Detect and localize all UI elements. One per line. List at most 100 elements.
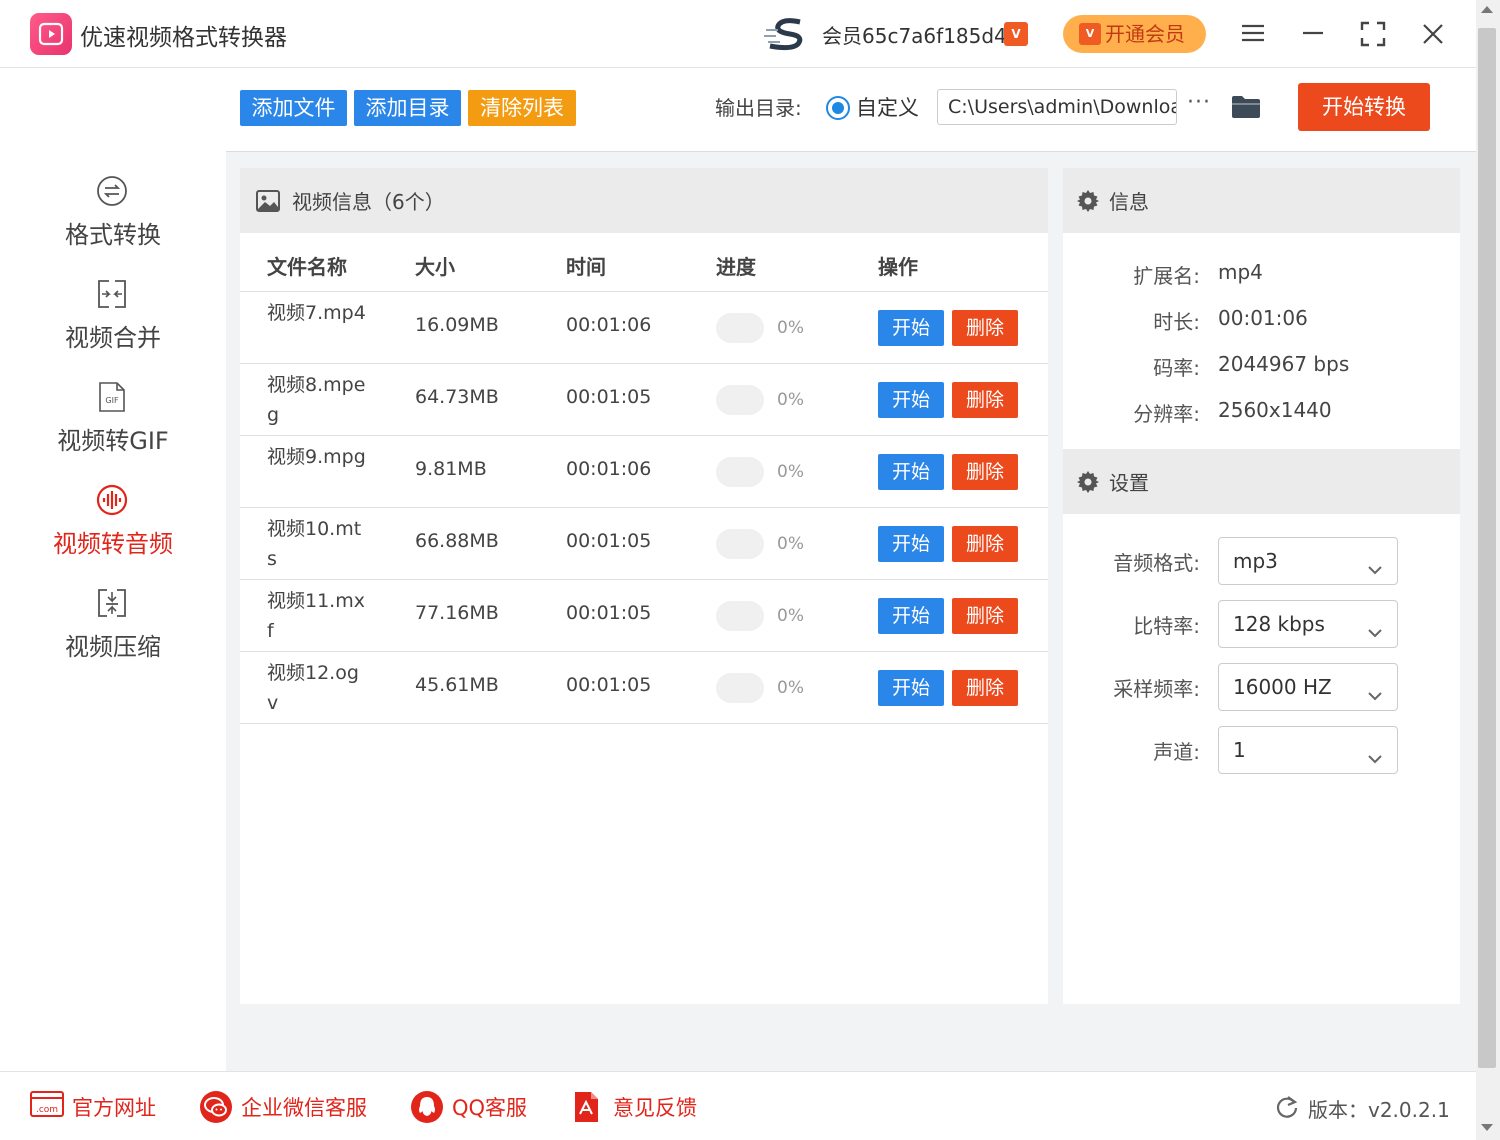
- output-path-field[interactable]: C:\Users\admin\Downloads: [937, 89, 1177, 125]
- close-icon[interactable]: [1418, 19, 1448, 49]
- settings-header: 设置: [1063, 449, 1460, 514]
- footer: .com 官方网址 企业微信客服 QQ客服 意见反馈 版本：v2.0.2.1: [0, 1071, 1476, 1140]
- svg-text:GIF: GIF: [105, 396, 119, 405]
- delete-row-button[interactable]: 删除: [952, 598, 1018, 634]
- table-row[interactable]: 视频12.ogv 45.61MB 00:01:05 0% 开始 删除: [240, 652, 1048, 724]
- delete-row-button[interactable]: 删除: [952, 526, 1018, 562]
- column-header-actions: 操作: [878, 255, 918, 279]
- progress-bar: [716, 673, 764, 703]
- gear-icon: [1077, 190, 1099, 216]
- feedback-icon: [571, 1090, 601, 1129]
- settings-title: 设置: [1109, 471, 1149, 495]
- qq-icon: [410, 1090, 444, 1129]
- start-row-button[interactable]: 开始: [878, 454, 944, 490]
- sidebar-item-video-merge[interactable]: 视频合并: [0, 278, 226, 368]
- file-list-title: 视频信息（6个）: [292, 190, 445, 214]
- start-row-button[interactable]: 开始: [878, 382, 944, 418]
- sidebar-item-video-compress[interactable]: 视频压缩: [0, 587, 226, 677]
- open-vip-label: 开通会员: [1105, 22, 1185, 46]
- qq-support-link[interactable]: QQ客服: [410, 1091, 527, 1123]
- channel-value: 1: [1233, 738, 1246, 762]
- svg-text:.com: .com: [36, 1105, 58, 1115]
- table-row[interactable]: 视频7.mp4 16.09MB 00:01:06 0% 开始 删除: [240, 292, 1048, 364]
- footer-link-label: 企业微信客服: [241, 1096, 367, 1120]
- sidebar-item-video-to-gif[interactable]: GIF 视频转GIF: [0, 381, 226, 471]
- sidebar-item-format-convert[interactable]: 格式转换: [0, 175, 226, 265]
- delete-row-button[interactable]: 删除: [952, 454, 1018, 490]
- progress-percent: 0%: [777, 534, 804, 554]
- info-field-value: mp4: [1218, 260, 1263, 284]
- web-icon: .com: [30, 1090, 64, 1125]
- browse-more-button[interactable]: ···: [1187, 90, 1211, 115]
- folder-icon[interactable]: [1230, 94, 1262, 124]
- file-size: 64.73MB: [415, 386, 499, 408]
- setting-label: 音频格式:: [1113, 551, 1200, 575]
- start-row-button[interactable]: 开始: [878, 526, 944, 562]
- scroll-down-arrow-icon[interactable]: [1481, 1124, 1493, 1131]
- chevron-down-icon: [1367, 613, 1383, 659]
- sidebar-item-label: 视频转GIF: [57, 427, 169, 455]
- custom-output-radio[interactable]: [826, 96, 850, 120]
- column-header-size: 大小: [415, 255, 455, 279]
- wechat-support-link[interactable]: 企业微信客服: [199, 1091, 367, 1123]
- table-row[interactable]: 视频10.mts 66.88MB 00:01:05 0% 开始 删除: [240, 508, 1048, 580]
- merge-icon: [96, 278, 128, 310]
- output-dir-label: 输出目录:: [715, 96, 802, 120]
- scrollbar-thumb[interactable]: [1478, 28, 1496, 1068]
- progress-bar: [716, 529, 764, 559]
- clear-list-button[interactable]: 清除列表: [468, 90, 576, 126]
- file-size: 16.09MB: [415, 314, 499, 336]
- sidebar-item-video-to-audio[interactable]: 视频转音频: [0, 484, 226, 574]
- table-row[interactable]: 视频8.mpeg 64.73MB 00:01:05 0% 开始 删除: [240, 364, 1048, 436]
- file-size: 77.16MB: [415, 602, 499, 624]
- table-row[interactable]: 视频11.mxf 77.16MB 00:01:05 0% 开始 删除: [240, 580, 1048, 652]
- file-name: 视频10.mts: [267, 518, 362, 570]
- delete-row-button[interactable]: 删除: [952, 382, 1018, 418]
- scroll-up-arrow-icon[interactable]: [1481, 6, 1493, 13]
- delete-row-button[interactable]: 删除: [952, 670, 1018, 706]
- chevron-down-icon: [1367, 739, 1383, 785]
- info-field-value: 2044967 bps: [1218, 352, 1350, 376]
- open-vip-button[interactable]: V 开通会员: [1063, 15, 1206, 53]
- progress-bar: [716, 313, 764, 343]
- channel-select[interactable]: 1: [1218, 726, 1398, 774]
- file-size: 9.81MB: [415, 458, 487, 480]
- brand-s-icon: [764, 16, 810, 56]
- sidebar-item-label: 格式转换: [65, 221, 161, 249]
- toolbar: 添加文件 添加目录 清除列表 输出目录: 自定义 C:\Users\admin\…: [226, 68, 1476, 152]
- version-label: 版本：v2.0.2.1: [1308, 1098, 1450, 1122]
- start-row-button[interactable]: 开始: [878, 598, 944, 634]
- custom-output-label[interactable]: 自定义: [856, 92, 919, 122]
- table-row[interactable]: 视频9.mpg 9.81MB 00:01:06 0% 开始 删除: [240, 436, 1048, 508]
- vip-badge-icon: V: [1004, 22, 1028, 46]
- chevron-down-icon: [1367, 676, 1383, 722]
- info-field-label: 时长:: [1153, 310, 1200, 334]
- start-row-button[interactable]: 开始: [878, 310, 944, 346]
- footer-link-label: 官方网址: [72, 1096, 156, 1120]
- start-convert-button[interactable]: 开始转换: [1298, 83, 1430, 131]
- version-info[interactable]: 版本：v2.0.2.1: [1274, 1094, 1450, 1123]
- audio-format-select[interactable]: mp3: [1218, 537, 1398, 585]
- setting-label: 比特率:: [1133, 614, 1200, 638]
- sample-rate-select[interactable]: 16000 HZ: [1218, 663, 1398, 711]
- sample-rate-value: 16000 HZ: [1233, 675, 1332, 699]
- file-name: 视频9.mpg: [267, 446, 366, 468]
- footer-link-label: 意见反馈: [613, 1096, 697, 1120]
- info-field-label: 分辨率:: [1133, 402, 1200, 426]
- compress-icon: [96, 587, 128, 619]
- minimize-icon[interactable]: [1298, 19, 1328, 49]
- info-field-value: 2560x1440: [1218, 398, 1332, 422]
- official-site-link[interactable]: .com 官方网址: [30, 1090, 156, 1125]
- menu-icon[interactable]: [1238, 19, 1268, 49]
- delete-row-button[interactable]: 删除: [952, 310, 1018, 346]
- bitrate-select[interactable]: 128 kbps: [1218, 600, 1398, 648]
- feedback-link[interactable]: 意见反馈: [571, 1092, 697, 1122]
- wechat-icon: [199, 1090, 233, 1129]
- file-name: 视频11.mxf: [267, 590, 365, 642]
- start-row-button[interactable]: 开始: [878, 670, 944, 706]
- file-duration: 00:01:06: [566, 458, 652, 480]
- user-name[interactable]: 会员65c7a6f185d4: [822, 20, 1007, 49]
- add-folder-button[interactable]: 添加目录: [354, 90, 461, 126]
- fullscreen-icon[interactable]: [1358, 19, 1388, 49]
- add-file-button[interactable]: 添加文件: [240, 90, 347, 126]
